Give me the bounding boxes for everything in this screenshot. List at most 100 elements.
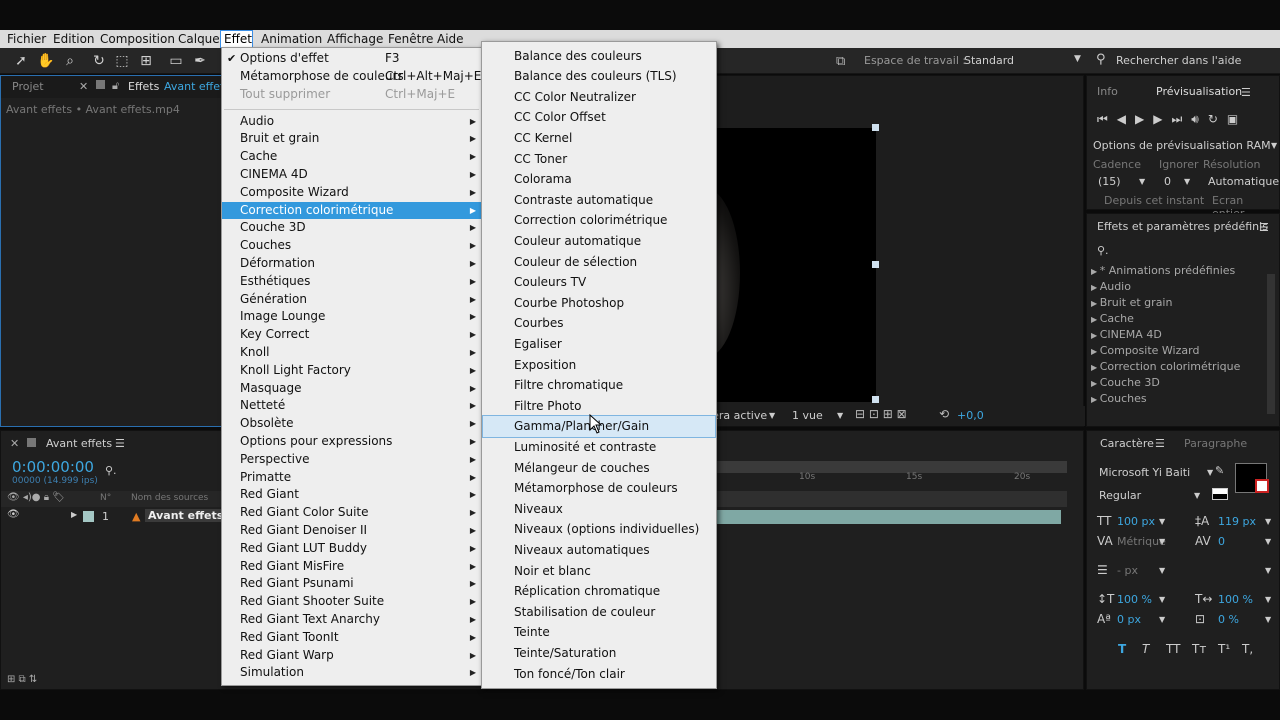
menu-item-category[interactable]: Image Lounge ▶ bbox=[222, 308, 481, 326]
chevron-down-icon[interactable]: ▼ bbox=[1265, 615, 1271, 624]
reset-exposure-icon[interactable]: ⟲ bbox=[939, 407, 949, 421]
menu-item-category[interactable]: Perspective ▶ bbox=[222, 451, 481, 469]
comp-canvas[interactable] bbox=[670, 128, 876, 402]
ram-preview-options[interactable]: Options de prévisualisation RAM bbox=[1093, 139, 1271, 152]
small-caps-button[interactable]: Tт bbox=[1192, 642, 1206, 656]
workspace-chevron-icon[interactable]: ▼ bbox=[1074, 54, 1081, 64]
submenu-item[interactable]: Filtre chromatique bbox=[483, 375, 715, 396]
zoom-tool-icon[interactable]: ⌕ bbox=[61, 52, 79, 70]
menu-item-category[interactable]: Génération ▶ bbox=[222, 291, 481, 309]
submenu-item[interactable]: Couleur automatique bbox=[483, 231, 715, 252]
menu-aide[interactable]: Aide bbox=[434, 31, 467, 47]
menu-effet[interactable]: Effet bbox=[220, 30, 253, 48]
chevron-down-icon[interactable]: ▼ bbox=[1265, 566, 1271, 575]
handle-icon[interactable] bbox=[872, 396, 879, 403]
tab-paragraph[interactable]: Paragraphe bbox=[1184, 437, 1247, 450]
menu-item-category[interactable]: Red Giant Shooter Suite ▶ bbox=[222, 593, 481, 611]
menu-item-category[interactable]: Obsolète ▶ bbox=[222, 415, 481, 433]
menu-item-category[interactable]: Primatte ▶ bbox=[222, 469, 481, 487]
subscript-button[interactable]: T, bbox=[1242, 642, 1253, 656]
list-item[interactable]: ▶ CINEMA 4D bbox=[1091, 328, 1263, 344]
chevron-down-icon[interactable]: ▼ bbox=[1194, 491, 1200, 500]
tab-effets[interactable]: Effets bbox=[128, 76, 159, 98]
menu-composition[interactable]: Composition bbox=[97, 31, 178, 47]
chevron-down-icon[interactable]: ▼ bbox=[1271, 141, 1277, 150]
eyedropper-icon[interactable]: ✎ bbox=[1215, 464, 1224, 477]
submenu-item[interactable]: Exposition bbox=[483, 355, 715, 376]
hand-tool-icon[interactable]: ✋ bbox=[37, 52, 55, 70]
resolution-select[interactable]: Automatique bbox=[1208, 175, 1279, 188]
list-item[interactable]: ▶ Cache bbox=[1091, 312, 1263, 328]
submenu-item[interactable]: Luminosité et contraste bbox=[483, 437, 715, 458]
list-item[interactable]: ▶ Correction colorimétrique bbox=[1091, 360, 1263, 376]
panel-menu-icon[interactable]: ☰ bbox=[1155, 437, 1165, 450]
menu-item-category[interactable]: Red Giant Denoiser II ▶ bbox=[222, 522, 481, 540]
list-item[interactable]: ▶ Audio bbox=[1091, 280, 1263, 296]
horizontal-scale-value[interactable]: 100 % bbox=[1218, 593, 1253, 606]
submenu-item[interactable]: Stabilisation de couleur bbox=[483, 602, 715, 623]
close-icon[interactable]: ✕ bbox=[10, 437, 19, 450]
playback-controls[interactable]: ⏮◀▶▶⏭🔊︎↻▣ bbox=[1097, 112, 1247, 127]
menu-animation[interactable]: Animation bbox=[258, 31, 325, 47]
cadence-select[interactable]: (15) bbox=[1098, 175, 1121, 188]
menu-affichage[interactable]: Affichage bbox=[324, 31, 386, 47]
menu-item-category[interactable]: Simulation ▶ bbox=[222, 664, 481, 682]
handle-icon[interactable] bbox=[872, 261, 879, 268]
menu-item-category[interactable]: Déformation ▶ bbox=[222, 255, 481, 273]
submenu-item[interactable]: Egaliser bbox=[483, 334, 715, 355]
menu-item-category[interactable]: Knoll Light Factory ▶ bbox=[222, 362, 481, 380]
submenu-item[interactable]: Noir et blanc bbox=[483, 561, 715, 582]
work-area-bar[interactable] bbox=[717, 491, 1067, 507]
submenu-item[interactable]: CC Toner bbox=[483, 149, 715, 170]
eye-icon[interactable]: 👁︎ bbox=[7, 509, 20, 520]
submenu-item[interactable]: Courbe Photoshop bbox=[483, 293, 715, 314]
table-row[interactable]: 👁︎ ▶ 1 ▲ Avant effets.mp4 bbox=[1, 509, 258, 525]
font-family-select[interactable]: Microsoft Yi Baiti bbox=[1099, 466, 1190, 479]
chevron-down-icon[interactable]: ▼ bbox=[1159, 566, 1165, 575]
panel-menu-icon[interactable]: ☰ bbox=[1259, 221, 1269, 234]
font-size-value[interactable]: 100 px bbox=[1117, 515, 1155, 528]
submenu-item[interactable]: Correction colorimétrique bbox=[483, 210, 715, 231]
menu-item-category[interactable]: Red Giant Psunami ▶ bbox=[222, 575, 481, 593]
menu-item-category[interactable]: CINEMA 4D ▶ bbox=[222, 166, 481, 184]
search-icon[interactable]: ⚲. bbox=[1097, 244, 1109, 257]
label-color-icon[interactable] bbox=[83, 511, 94, 522]
timeline-bottom-icons[interactable]: ⊞ ⧉ ⇅ bbox=[7, 674, 37, 685]
superscript-button[interactable]: T¹ bbox=[1218, 642, 1230, 656]
workspace-select[interactable]: Standard bbox=[964, 54, 1014, 67]
submenu-item[interactable]: Balance des couleurs (TLS) bbox=[483, 66, 715, 87]
submenu-item[interactable]: Teinte bbox=[483, 622, 715, 643]
menu-edition[interactable]: Edition bbox=[50, 31, 98, 47]
timecode[interactable]: 0:00:00:00 bbox=[12, 458, 94, 476]
menu-item-category[interactable]: Composite Wizard ▶ bbox=[222, 184, 481, 202]
menu-item-category[interactable]: Red Giant Text Anarchy ▶ bbox=[222, 611, 481, 629]
menu-fenetre[interactable]: Fenêtre bbox=[385, 31, 436, 47]
expand-icon[interactable]: ▶ bbox=[71, 510, 77, 519]
submenu-item[interactable]: Réplication chromatique bbox=[483, 581, 715, 602]
submenu-item[interactable]: Niveaux automatiques bbox=[483, 540, 715, 561]
view-options-icon[interactable]: ⊟ ⊡ ⊞ ⊠ bbox=[855, 407, 907, 421]
tab-projet[interactable]: Projet bbox=[12, 76, 44, 98]
menu-item-category[interactable]: Red Giant ToonIt ▶ bbox=[222, 629, 481, 647]
all-caps-button[interactable]: TT bbox=[1166, 642, 1180, 656]
faux-italic-button[interactable]: T bbox=[1142, 642, 1149, 656]
menu-fichier[interactable]: Fichier bbox=[4, 31, 49, 47]
camera-tool-icon[interactable]: ⬚ bbox=[113, 52, 131, 70]
menu-item-category[interactable]: Key Correct ▶ bbox=[222, 326, 481, 344]
vertical-scale-value[interactable]: 100 % bbox=[1117, 593, 1152, 606]
submenu-item[interactable]: Ton foncé/Ton clair bbox=[483, 664, 715, 685]
baseline-shift-value[interactable]: 0 px bbox=[1117, 613, 1141, 626]
chevron-down-icon[interactable]: ▼ bbox=[1265, 537, 1271, 546]
menu-item-category[interactable]: Cache ▶ bbox=[222, 148, 481, 166]
stroke-width-value[interactable]: - px bbox=[1117, 564, 1138, 577]
tab-preview[interactable]: Prévisualisation bbox=[1156, 81, 1242, 103]
faux-bold-button[interactable]: T bbox=[1118, 642, 1126, 656]
menu-item-category[interactable]: Masquage ▶ bbox=[222, 380, 481, 398]
from-current-time-checkbox[interactable]: Depuis cet instant bbox=[1104, 194, 1204, 207]
lock-icon[interactable]: 🔓︎ bbox=[112, 79, 119, 93]
list-item[interactable]: ▶ Couches bbox=[1091, 392, 1263, 408]
scrollbar[interactable] bbox=[1267, 274, 1275, 414]
submenu-item[interactable]: CC Color Offset bbox=[483, 107, 715, 128]
rectangle-tool-icon[interactable]: ▭ bbox=[167, 52, 185, 70]
submenu-item[interactable]: Balance des couleurs bbox=[483, 46, 715, 67]
